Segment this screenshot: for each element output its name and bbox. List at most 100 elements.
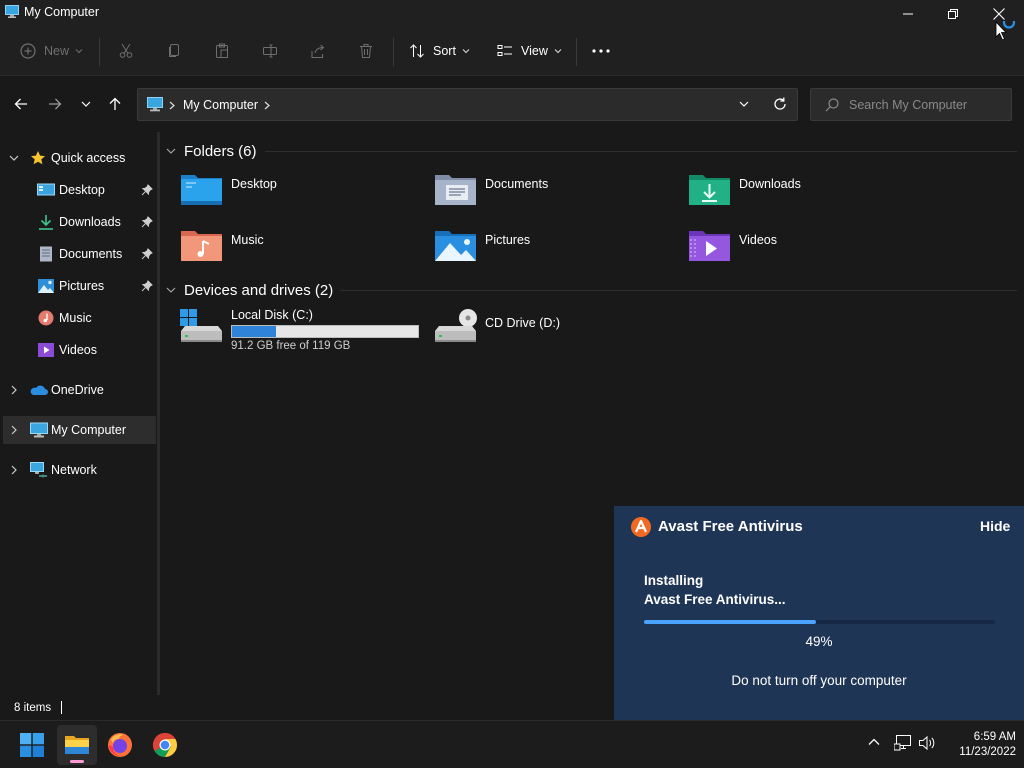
taskbar-file-explorer[interactable] [57, 725, 97, 765]
group-header-label: Devices and drives (2) [184, 281, 334, 299]
sidebar-item-my-computer[interactable]: My Computer [3, 416, 156, 444]
share-button[interactable] [310, 39, 326, 63]
sidebar-item-label: OneDrive [51, 383, 104, 397]
folder-name: Desktop [231, 177, 277, 191]
minimize-button[interactable] [885, 0, 931, 28]
sidebar-item-label: Music [59, 311, 92, 325]
downloads-folder-icon [689, 175, 730, 205]
sidebar-item-documents[interactable]: Documents [3, 240, 156, 268]
restore-button[interactable] [930, 0, 976, 28]
active-app-indicator [70, 760, 84, 763]
hide-button[interactable]: Hide [980, 518, 1010, 534]
paste-button[interactable] [214, 39, 230, 63]
chevron-down-icon[interactable] [9, 153, 19, 163]
folder-tile-pictures[interactable]: Pictures [434, 227, 674, 271]
cut-button[interactable] [118, 39, 134, 63]
chevron-right-icon[interactable] [9, 465, 19, 475]
back-button[interactable] [9, 94, 33, 114]
folders-group-header[interactable]: Folders (6) [166, 140, 1017, 162]
recent-locations-button[interactable] [74, 94, 98, 114]
sidebar-item-pictures[interactable]: Pictures [3, 272, 156, 300]
drive-name: CD Drive (D:) [485, 316, 560, 330]
desktop-folder-icon [181, 175, 222, 205]
downloads-icon [39, 215, 53, 230]
taskbar-firefox[interactable] [100, 725, 140, 765]
forward-button[interactable] [43, 94, 67, 114]
sidebar-item-desktop[interactable]: Desktop [3, 176, 156, 204]
refresh-icon[interactable] [772, 96, 788, 112]
sidebar-item-label: Network [51, 463, 97, 477]
drive-tile-c[interactable]: Local Disk (C:) 91.2 GB free of 119 GB [180, 308, 440, 353]
install-status-line1: Installing [644, 573, 704, 588]
pictures-icon [38, 279, 54, 293]
sidebar-item-videos[interactable]: Videos [3, 336, 156, 364]
folder-name: Music [231, 233, 264, 247]
taskbar: 6:59 AM 11/23/2022 [0, 720, 1024, 768]
up-button[interactable] [103, 94, 127, 114]
start-button[interactable] [12, 725, 52, 765]
sidebar-item-label: Videos [59, 343, 97, 357]
pin-icon[interactable] [141, 248, 153, 260]
address-bar[interactable]: My Computer [137, 88, 798, 121]
divider [576, 38, 577, 66]
breadcrumb-my-computer[interactable]: My Computer [183, 98, 258, 112]
pin-icon[interactable] [141, 280, 153, 292]
paste-icon [216, 43, 228, 58]
sidebar-item-network[interactable]: Network [3, 456, 156, 484]
folder-tile-music[interactable]: Music [180, 227, 420, 271]
sidebar-item-label: Downloads [59, 215, 121, 229]
address-history-dropdown-icon[interactable] [738, 97, 750, 111]
view-label: View [521, 44, 548, 58]
documents-folder-icon [435, 175, 476, 205]
folder-tile-downloads[interactable]: Downloads [688, 171, 928, 215]
folder-tile-videos[interactable]: Videos [688, 227, 928, 271]
pin-icon[interactable] [141, 216, 153, 228]
folder-tile-documents[interactable]: Documents [434, 171, 674, 215]
chevron-right-icon[interactable] [9, 385, 19, 395]
firefox-icon [108, 733, 132, 757]
search-box[interactable] [810, 88, 1012, 121]
item-count: 8 items [14, 702, 52, 714]
drive-usage-fill [232, 326, 276, 337]
volume-icon[interactable] [918, 735, 936, 751]
more-options-button[interactable] [592, 39, 610, 63]
pin-icon[interactable] [141, 184, 153, 196]
arrow-left-icon [14, 98, 27, 110]
network-status-icon[interactable] [894, 735, 912, 751]
delete-button[interactable] [358, 39, 374, 63]
chrome-icon [152, 733, 177, 757]
more-icon [592, 49, 610, 53]
copy-button[interactable] [166, 39, 182, 63]
install-status-line2: Avast Free Antivirus... [644, 592, 786, 607]
devices-group-header[interactable]: Devices and drives (2) [166, 279, 1017, 301]
popup-title: Avast Free Antivirus [658, 518, 803, 535]
taskbar-chrome[interactable] [145, 725, 185, 765]
install-progress-fill [644, 620, 816, 624]
folder-tile-desktop[interactable]: Desktop [180, 171, 420, 215]
chevron-up-icon[interactable] [867, 735, 881, 749]
pictures-folder-icon [435, 231, 476, 261]
system-clock[interactable]: 6:59 AM 11/23/2022 [940, 730, 1016, 760]
rename-button[interactable] [262, 39, 278, 63]
local-disk-icon [180, 309, 222, 342]
chevron-right-icon[interactable] [264, 101, 270, 110]
chevron-right-icon[interactable] [9, 425, 19, 435]
view-button[interactable]: View [497, 39, 562, 63]
network-icon [30, 462, 47, 478]
drive-usage-bar [231, 325, 419, 338]
drive-tile-d[interactable]: CD Drive (D:) [434, 309, 674, 353]
sidebar-item-quick-access[interactable]: Quick access [3, 144, 156, 172]
divider [393, 38, 394, 66]
sidebar-item-onedrive[interactable]: OneDrive [3, 376, 156, 404]
group-header-label: Folders (6) [184, 142, 257, 160]
my-computer-icon [30, 422, 48, 438]
new-button[interactable]: New [20, 39, 83, 63]
sidebar-item-music[interactable]: Music [3, 304, 156, 332]
sort-button[interactable]: Sort [409, 39, 470, 63]
command-bar: New Sort View [0, 26, 1024, 76]
sidebar-item-label: Desktop [59, 183, 105, 197]
search-input[interactable] [849, 96, 1007, 114]
sidebar-item-downloads[interactable]: Downloads [3, 208, 156, 236]
view-icon [497, 45, 512, 56]
videos-folder-icon [689, 231, 730, 261]
